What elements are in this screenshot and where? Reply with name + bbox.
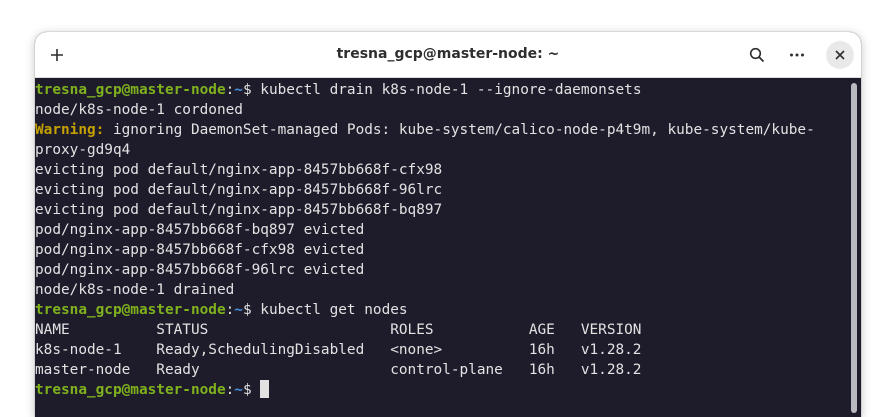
terminal-line: tresna_gcp@master-node:~$ kubectl get no…: [35, 300, 847, 320]
warning-line: Warning: ignoring DaemonSet-managed Pods…: [35, 120, 847, 140]
output-line: pod/nginx-app-8457bb668f-bq897 evicted: [35, 222, 365, 238]
warning-label: Warning:: [35, 122, 105, 138]
terminal-line: tresna_gcp@master-node:~$: [35, 380, 847, 400]
output-line: node/k8s-node-1 drained: [35, 282, 235, 298]
prompt-colon: :: [225, 382, 235, 398]
output-line: proxy-gd9q4: [35, 142, 131, 158]
command-text: kubectl get nodes: [260, 302, 408, 318]
table-row-line: k8s-node-1 Ready,SchedulingDisabled <non…: [35, 342, 642, 358]
warning-text: ignoring DaemonSet-managed Pods: kube-sy…: [104, 122, 815, 138]
table-row-line: master-node Ready control-plane 16h v1.2…: [35, 362, 642, 378]
prompt-symbol: $: [242, 302, 261, 318]
terminal-window: tresna_gcp@master-node: ~ tresna_gcp@mas…: [35, 32, 861, 417]
output-line: node/k8s-node-1 cordoned: [35, 102, 243, 118]
prompt-path: ~: [234, 302, 243, 318]
text-cursor: [260, 380, 270, 398]
prompt-symbol: $: [242, 82, 261, 98]
close-button[interactable]: [826, 41, 854, 69]
terminal-output[interactable]: tresna_gcp@master-node:~$ kubectl drain …: [35, 79, 847, 417]
prompt-colon: :: [225, 82, 235, 98]
prompt-path: ~: [234, 82, 243, 98]
vertical-scrollbar[interactable]: [847, 79, 861, 417]
title-bar: tresna_gcp@master-node: ~: [35, 32, 861, 78]
search-button[interactable]: [743, 41, 771, 69]
prompt-user-host: tresna_gcp@master-node: [35, 82, 226, 98]
window-title: tresna_gcp@master-node: ~: [336, 46, 560, 62]
close-icon: [835, 50, 845, 60]
prompt-symbol: $: [242, 382, 261, 398]
prompt-user-host: tresna_gcp@master-node: [35, 302, 226, 318]
scrollbar-thumb[interactable]: [851, 83, 857, 413]
table-header-line: NAME STATUS ROLES AGE VERSION: [35, 322, 642, 338]
prompt-path: ~: [234, 382, 243, 398]
command-text: kubectl drain k8s-node-1 --ignore-daemon…: [260, 82, 642, 98]
prompt-user-host: tresna_gcp@master-node: [35, 382, 226, 398]
output-line: pod/nginx-app-8457bb668f-cfx98 evicted: [35, 242, 365, 258]
output-line: evicting pod default/nginx-app-8457bb668…: [35, 182, 443, 198]
terminal-line: tresna_gcp@master-node:~$ kubectl drain …: [35, 80, 847, 100]
more-horizontal-icon: [790, 53, 804, 57]
output-line: pod/nginx-app-8457bb668f-96lrc evicted: [35, 262, 365, 278]
search-icon: [749, 47, 765, 63]
prompt-colon: :: [225, 302, 235, 318]
output-line: evicting pod default/nginx-app-8457bb668…: [35, 202, 443, 218]
output-line: evicting pod default/nginx-app-8457bb668…: [35, 162, 443, 178]
menu-button[interactable]: [783, 41, 811, 69]
